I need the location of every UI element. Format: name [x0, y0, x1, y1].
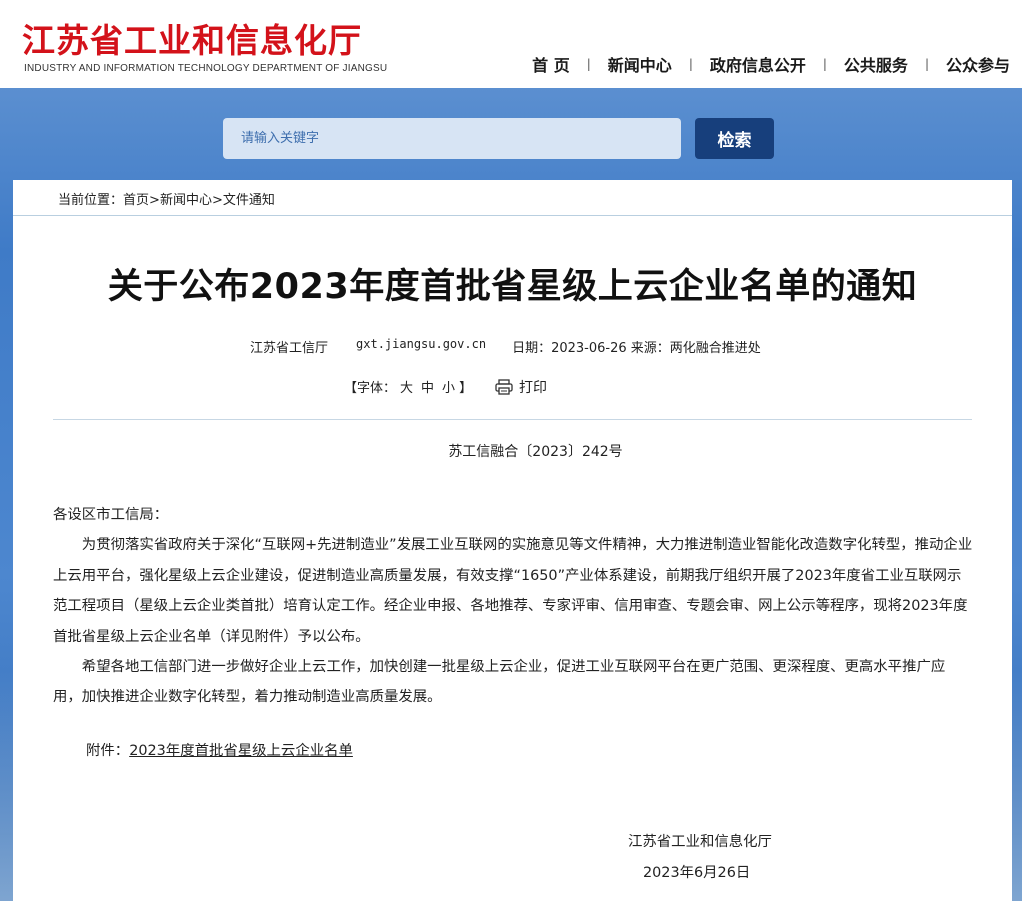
nav-gov-info[interactable]: 政府信息公开 — [710, 52, 806, 76]
article-meta: 江苏省工信厅 gxt.jiangsu.gov.cn 日期：2023-06-26 … — [250, 337, 761, 356]
breadcrumb-separator: > — [211, 193, 223, 208]
breadcrumb-separator: > — [149, 193, 160, 208]
breadcrumb-home[interactable]: 首页 — [123, 193, 149, 208]
nav-news-center[interactable]: 新闻中心 — [608, 52, 672, 76]
article-date-source: 日期：2023-06-26 来源：两化融合推进处 — [512, 341, 761, 356]
search-button[interactable]: 检索 — [695, 118, 774, 159]
font-size-large[interactable]: 大 — [400, 377, 413, 396]
print-label: 打印 — [519, 380, 547, 396]
body-paragraph: 为贯彻落实省政府关于深化“互联网+先进制造业”发展工业互联网的实施意见等文件精神… — [53, 537, 973, 645]
body-paragraph: 希望各地工信部门进一步做好企业上云工作，加快创建一批星级上云企业，促进工业互联网… — [53, 659, 946, 706]
breadcrumb-news-center[interactable]: 新闻中心 — [160, 193, 212, 208]
nav-separator: | — [586, 57, 591, 71]
nav-separator: | — [924, 57, 929, 71]
breadcrumb: 当前位置：首页>新闻中心>文件通知 — [58, 189, 275, 208]
attachment: 附件：2023年度首批省星级上云企业名单 — [86, 739, 353, 760]
font-size-small[interactable]: 小 — [442, 377, 455, 396]
print-button[interactable]: 打印 — [495, 377, 547, 397]
font-size-controls: 【字体： 大 中 小 】 — [344, 377, 472, 396]
article-title: 关于公布2023年度首批省星级上云企业名单的通知 — [107, 267, 918, 307]
font-size-open: 【字体： — [344, 381, 397, 396]
breadcrumb-divider — [13, 215, 1012, 216]
site-header: 江苏省工业和信息化厅 INDUSTRY AND INFORMATION TECH… — [0, 0, 1022, 88]
nav-public-service[interactable]: 公共服务 — [844, 52, 908, 76]
meta-divider — [53, 419, 972, 420]
article-body: 各设区市工信局： 为贯彻落实省政府关于深化“互联网+先进制造业”发展工业互联网的… — [53, 500, 973, 713]
site-logo-en: INDUSTRY AND INFORMATION TECHNOLOGY DEPA… — [24, 63, 388, 74]
nav-public-participation[interactable]: 公众参与 — [946, 52, 1010, 76]
font-size-medium[interactable]: 中 — [421, 377, 434, 396]
breadcrumb-prefix: 当前位置： — [58, 193, 124, 208]
content-panel: 当前位置：首页>新闻中心>文件通知 关于公布2023年度首批省星级上云企业名单的… — [13, 180, 1012, 901]
article-site: gxt.jiangsu.gov.cn — [356, 337, 487, 351]
nav-home[interactable]: 首 页 — [532, 52, 570, 76]
main-nav: 首 页 | 新闻中心 | 政府信息公开 | 公共服务 | 公众参与 — [532, 52, 1010, 76]
document-number: 苏工信融合〔2023〕242号 — [448, 444, 623, 460]
nav-separator: | — [688, 57, 693, 71]
signature-org: 江苏省工业和信息化厅 — [628, 834, 772, 850]
search-input[interactable] — [223, 118, 681, 159]
printer-icon — [495, 379, 513, 395]
salutation: 各设区市工信局： — [53, 507, 169, 523]
attachment-link[interactable]: 2023年度首批省星级上云企业名单 — [129, 743, 353, 759]
font-size-close: 】 — [459, 381, 473, 396]
site-logo-cn[interactable]: 江苏省工业和信息化厅 — [22, 14, 362, 62]
article-publisher: 江苏省工信厅 — [250, 341, 329, 356]
attachment-label: 附件： — [86, 743, 130, 759]
signature-date: 2023年6月26日 — [643, 865, 751, 881]
breadcrumb-notices[interactable]: 文件通知 — [223, 193, 275, 208]
nav-separator: | — [822, 57, 827, 71]
